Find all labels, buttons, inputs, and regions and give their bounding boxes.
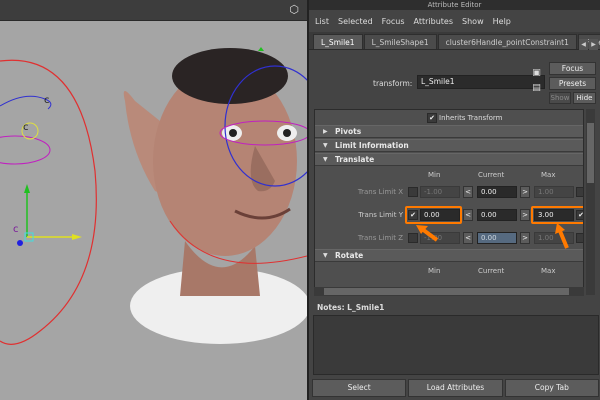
inherits-transform-checkbox[interactable]: ✔ [427, 113, 437, 123]
magenta-control-curve [0, 135, 51, 165]
transform-label: transform: [373, 79, 413, 88]
rotate-column-max: Max [541, 267, 556, 275]
output-connection-icon[interactable]: ▤ [531, 83, 542, 94]
menu-list[interactable]: List [315, 17, 329, 26]
section-limit-information-label: Limit Information [335, 141, 409, 150]
tab-l-smile1[interactable]: L_Smile1 [313, 34, 363, 49]
show-button[interactable]: Show [549, 92, 571, 104]
collapsed-arrow-icon: ▶ [323, 128, 328, 135]
menu-bar: List Selected Focus Attributes Show Help [309, 10, 600, 32]
menu-selected[interactable]: Selected [338, 17, 373, 26]
axis-x-arrow [72, 234, 82, 240]
trans-limit-z-current-field[interactable]: 0.00 [477, 232, 517, 244]
green-marker [258, 47, 264, 51]
inherits-transform-row: ✔ Inherits Transform [315, 112, 583, 124]
inherits-transform-label: Inherits Transform [439, 114, 503, 122]
trans-limit-x-set-min-button[interactable]: < [463, 186, 473, 198]
expanded-arrow-icon: ▼ [323, 156, 328, 163]
trans-limit-z-label: Trans Limit Z [357, 234, 403, 242]
trans-limit-z-max-checkbox[interactable] [576, 233, 583, 243]
attribute-scroll-area[interactable]: ✔ Inherits Transform ▶ Pivots ▼ Limit In… [314, 109, 584, 295]
section-rotate-label: Rotate [335, 251, 364, 260]
character-pupil-left [229, 129, 237, 137]
character-hair [172, 48, 288, 104]
trans-limit-x-min-checkbox[interactable] [408, 187, 418, 197]
notes-label: Notes: L_Smile1 [317, 303, 385, 312]
section-pivots-label: Pivots [335, 127, 362, 136]
tab-scroll-buttons: ◀ ▶ [578, 39, 598, 50]
callout-arrow-max-icon [555, 223, 569, 249]
section-limit-information[interactable]: ▼ Limit Information [315, 139, 583, 152]
column-max: Max [541, 171, 556, 179]
rotate-column-min: Min [428, 267, 441, 275]
bottom-button-bar: Select Load Attributes Copy Tab [309, 378, 600, 400]
viewport-toolbar: ⬡ [0, 0, 307, 21]
control-label-c2: c [23, 122, 29, 133]
control-label-c1: c [44, 95, 50, 106]
attribute-editor-panel: Attribute Editor List Selected Focus Att… [307, 0, 600, 400]
viewport-scene[interactable]: c c c [0, 21, 307, 400]
trans-limit-y-label: Trans Limit Y [358, 211, 403, 219]
section-translate[interactable]: ▼ Translate [315, 153, 583, 166]
menu-help[interactable]: Help [493, 17, 511, 26]
node-header: transform: L_Smile1 ▣ ▤ Focus Presets Sh… [309, 55, 600, 107]
section-translate-label: Translate [335, 155, 375, 164]
trans-limit-x-min-field[interactable]: -1.00 [420, 186, 460, 198]
trans-limit-x-max-checkbox[interactable] [576, 187, 583, 197]
axis-y-arrow [24, 184, 30, 193]
expanded-arrow-icon: ▼ [323, 142, 328, 149]
column-current: Current [478, 171, 505, 179]
trans-limit-x-current-field[interactable]: 0.00 [477, 186, 517, 198]
rotate-column-current: Current [478, 267, 505, 275]
section-pivots[interactable]: ▶ Pivots [315, 125, 583, 138]
hide-button[interactable]: Hide [573, 92, 596, 104]
node-tabs: L_Smile1 L_SmileShape1 cluster6Handle_po… [309, 32, 600, 50]
notes-textarea[interactable] [313, 315, 599, 375]
axis-z-handle [17, 240, 23, 246]
horizontal-scrollbar[interactable] [314, 287, 584, 296]
menu-attributes[interactable]: Attributes [414, 17, 454, 26]
trans-limit-x-set-max-button[interactable]: > [520, 186, 530, 198]
menu-focus[interactable]: Focus [382, 17, 405, 26]
menu-show[interactable]: Show [462, 17, 484, 26]
horizontal-scroll-thumb[interactable] [324, 288, 569, 295]
vertical-scrollbar[interactable] [586, 109, 595, 295]
control-label-c3: c [13, 224, 19, 235]
trans-limit-y-set-min-button[interactable]: < [463, 209, 473, 221]
presets-button[interactable]: Presets [549, 77, 596, 90]
share-icon[interactable]: ⬡ [287, 3, 301, 17]
focus-button[interactable]: Focus [549, 62, 596, 75]
callout-arrow-min-icon [416, 225, 439, 242]
trans-limit-x-max-field[interactable]: 1.00 [534, 186, 574, 198]
tab-l-smileshape1[interactable]: L_SmileShape1 [363, 34, 437, 49]
column-min: Min [428, 171, 441, 179]
select-button[interactable]: Select [312, 379, 407, 397]
transform-name-field[interactable]: L_Smile1 [417, 75, 545, 89]
copy-tab-button[interactable]: Copy Tab [504, 379, 599, 397]
trans-limit-y-set-max-button[interactable]: > [520, 209, 530, 221]
tab-scroll-right-icon[interactable]: ▶ [589, 39, 598, 50]
tab-scroll-left-icon[interactable]: ◀ [579, 39, 588, 50]
section-rotate[interactable]: ▼ Rotate [315, 249, 583, 262]
tab-cluster6handle-pointconstraint1[interactable]: cluster6Handle_pointConstraint1 [437, 34, 577, 49]
input-connection-icon[interactable]: ▣ [531, 68, 542, 79]
trans-limit-x-label: Trans Limit X [357, 188, 403, 196]
trans-limit-y-current-field[interactable]: 0.00 [477, 209, 517, 221]
expanded-arrow-icon: ▼ [323, 252, 328, 259]
trans-limit-z-set-min-button[interactable]: < [463, 232, 473, 244]
load-attributes-button[interactable]: Load Attributes [408, 379, 503, 397]
panel-title: Attribute Editor [309, 0, 600, 10]
trans-limit-z-set-max-button[interactable]: > [520, 232, 530, 244]
character-pupil-right [283, 129, 291, 137]
3d-viewport[interactable]: ⬡ c c c [0, 0, 307, 400]
vertical-scroll-thumb[interactable] [587, 123, 594, 183]
